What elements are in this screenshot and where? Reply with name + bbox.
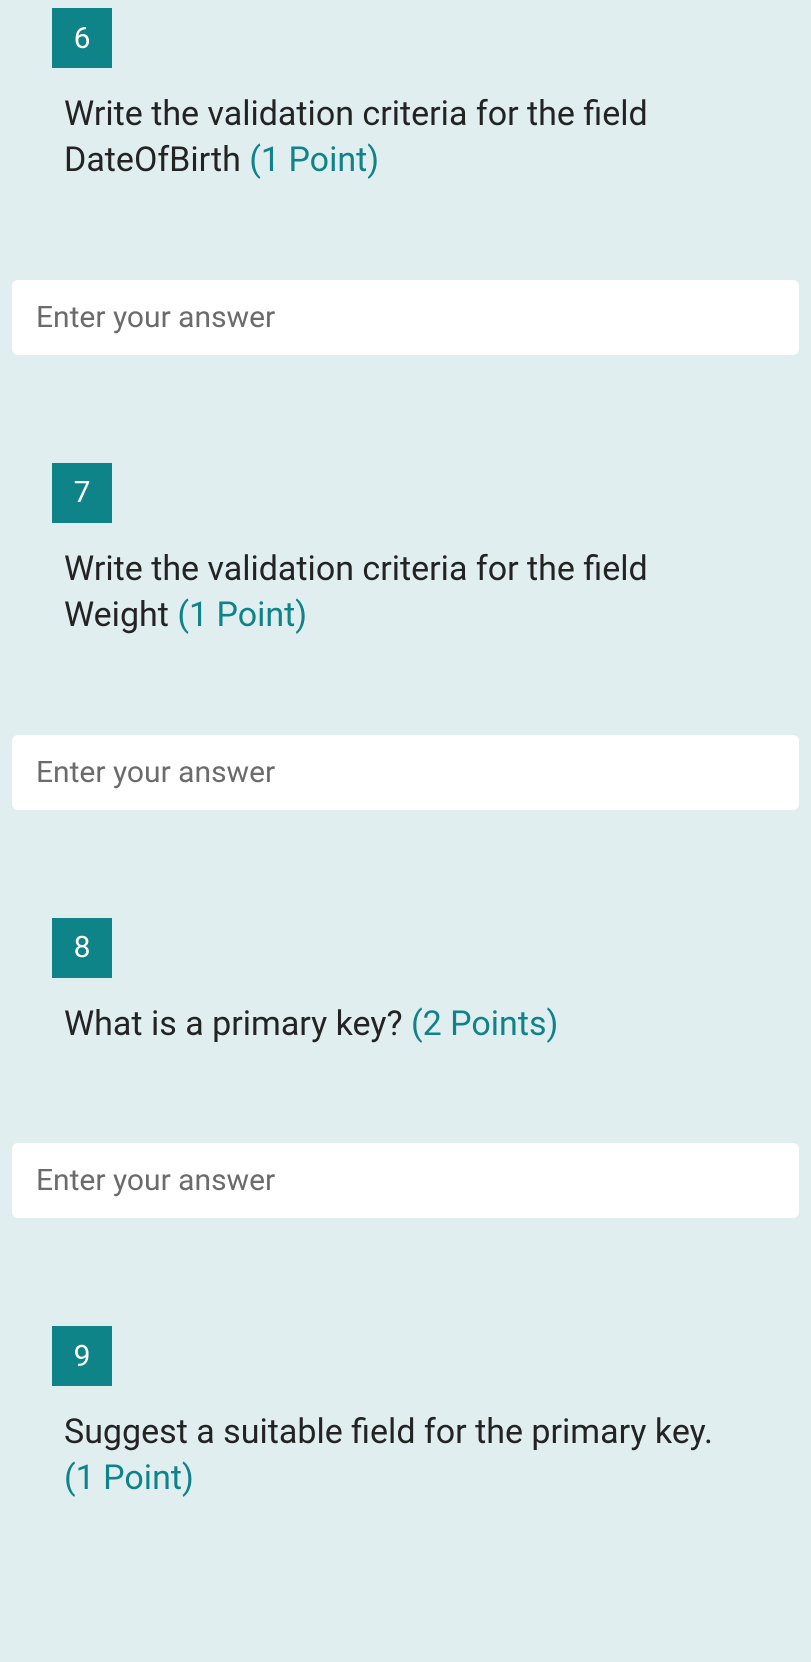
answer-input[interactable]	[12, 280, 799, 355]
question-text: What is a primary key? (2 Points)	[12, 1002, 799, 1048]
question-block-9: 9 Suggest a suitable field for the prima…	[0, 1318, 811, 1562]
question-prompt: Suggest a suitable field for the primary…	[64, 1412, 713, 1452]
question-points: (2 Points)	[411, 1004, 558, 1044]
question-text: Suggest a suitable field for the primary…	[12, 1410, 799, 1502]
answer-input[interactable]	[12, 1143, 799, 1218]
question-block-8: 8 What is a primary key? (2 Points)	[0, 910, 811, 1219]
question-points: (1 Point)	[64, 1458, 194, 1498]
question-header: 8 What is a primary key? (2 Points)	[0, 910, 811, 1108]
question-text: Write the validation criteria for the fi…	[12, 547, 799, 639]
question-text: Write the validation criteria for the fi…	[12, 92, 799, 184]
question-number-badge: 8	[52, 918, 112, 978]
question-number-badge: 6	[52, 8, 112, 68]
question-prompt: What is a primary key?	[64, 1004, 411, 1044]
question-header: 9 Suggest a suitable field for the prima…	[0, 1318, 811, 1562]
question-prompt: Write the validation criteria for the fi…	[64, 549, 648, 635]
answer-input[interactable]	[12, 735, 799, 810]
question-header: 6 Write the validation criteria for the …	[0, 0, 811, 244]
question-header: 7 Write the validation criteria for the …	[0, 455, 811, 699]
question-block-7: 7 Write the validation criteria for the …	[0, 455, 811, 810]
question-number-badge: 9	[52, 1326, 112, 1386]
question-points: (1 Point)	[249, 140, 379, 180]
question-points: (1 Point)	[177, 595, 307, 635]
question-number-badge: 7	[52, 463, 112, 523]
question-block-6: 6 Write the validation criteria for the …	[0, 0, 811, 355]
